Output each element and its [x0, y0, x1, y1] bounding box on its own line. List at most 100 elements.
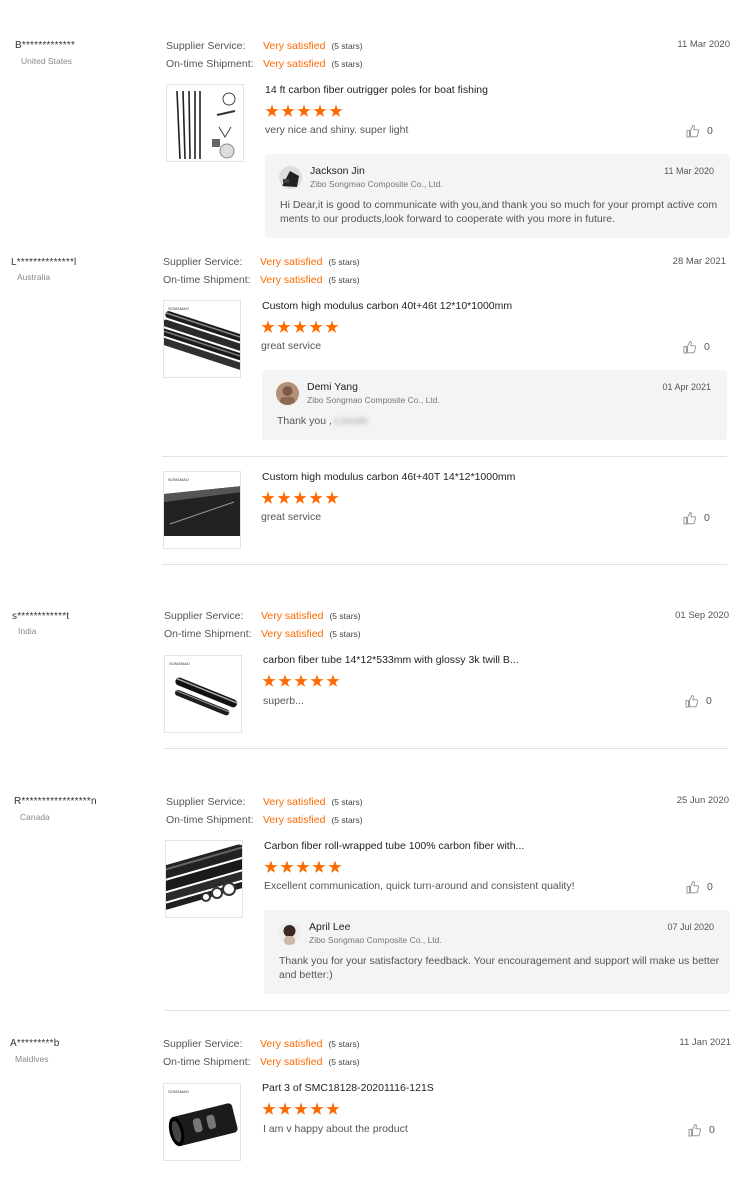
- star-icon: [281, 104, 295, 117]
- supplier-service-label: Supplier Service:: [166, 40, 246, 52]
- star-icon: [325, 491, 339, 504]
- ontime-shipment-stars: (5 stars): [331, 59, 363, 69]
- like-count: 0: [706, 695, 712, 707]
- supplier-service-stars: (5 stars): [331, 797, 363, 807]
- like-button[interactable]: 0: [683, 511, 710, 525]
- like-button[interactable]: 0: [683, 340, 710, 354]
- ontime-shipment-stars: (5 stars): [331, 815, 363, 825]
- ontime-shipment-label: On-time Shipment:: [163, 274, 251, 286]
- product-title[interactable]: Part 3 of SMC18128-20201116-121S: [262, 1082, 434, 1094]
- product-thumbnail[interactable]: [166, 84, 244, 162]
- supplier-service-value: Very satisfied: [263, 796, 326, 808]
- reply-text: Thank you for your satisfactory feedback…: [279, 954, 719, 982]
- product-title[interactable]: Custom high modulus carbon 40t+46t 12*10…: [262, 300, 512, 312]
- glossy-tube-image: SONGMAO: [165, 656, 241, 732]
- supplier-service-stars: (5 stars): [328, 257, 360, 267]
- like-count: 0: [704, 512, 710, 524]
- reply-company: Zibo Songmao Composite Co., Ltd.: [307, 395, 440, 405]
- supplier-service-label: Supplier Service:: [166, 796, 246, 808]
- star-icon: [278, 1102, 292, 1115]
- reply-line: and better:): [279, 969, 333, 981]
- review-date: 28 Mar 2021: [672, 256, 726, 267]
- product-thumbnail[interactable]: [165, 840, 243, 918]
- reply-line: Thank you ,: [277, 415, 332, 427]
- star-icon: [309, 320, 323, 333]
- star-icon: [293, 320, 307, 333]
- ontime-shipment-value: Very satisfied: [263, 814, 326, 826]
- star-icon: [297, 104, 311, 117]
- like-button[interactable]: 0: [686, 124, 713, 138]
- supplier-service-value: Very satisfied: [261, 610, 324, 622]
- reply-author: April Lee: [309, 921, 351, 933]
- star-icon: [310, 674, 324, 687]
- star-icon: [329, 104, 343, 117]
- svg-text:SONGMAO: SONGMAO: [169, 661, 190, 666]
- avatar: [278, 922, 301, 945]
- product-star-rating: [262, 1102, 340, 1116]
- product-star-rating: [261, 491, 339, 505]
- star-icon: [264, 860, 278, 873]
- reply-company: Zibo Songmao Composite Co., Ltd.: [309, 935, 442, 945]
- product-title[interactable]: Carbon fiber roll-wrapped tube 100% carb…: [264, 840, 524, 852]
- ontime-shipment-stars: (5 stars): [329, 629, 361, 639]
- reply-text: Thank you , Lincoln: [277, 414, 368, 428]
- product-thumbnail[interactable]: SONGMAO: [163, 1083, 241, 1161]
- star-icon: [294, 1102, 308, 1115]
- ontime-shipment-value: Very satisfied: [263, 58, 326, 70]
- star-icon: [326, 674, 340, 687]
- thumbs-up-icon: [686, 124, 700, 138]
- supplier-service-label: Supplier Service:: [163, 256, 243, 268]
- buyer-name: R*****************n: [14, 796, 97, 807]
- like-count: 0: [707, 881, 713, 893]
- buyer-name: B*************: [15, 40, 76, 51]
- like-button[interactable]: 0: [688, 1123, 715, 1137]
- avatar: [276, 382, 299, 405]
- carbon-tubes-image: SONGMAO: [164, 301, 240, 377]
- star-icon: [293, 491, 307, 504]
- reply-author: Jackson Jin: [310, 165, 365, 177]
- star-icon: [280, 860, 294, 873]
- rating-summary: Supplier Service: Very satisfied (5 stars)…: [163, 1035, 360, 1071]
- product-thumbnail[interactable]: SONGMAO: [164, 655, 242, 733]
- star-icon: [328, 860, 342, 873]
- divider: [165, 1010, 730, 1011]
- supplier-service-value: Very satisfied: [260, 1038, 323, 1050]
- star-icon: [278, 674, 292, 687]
- star-icon: [309, 491, 323, 504]
- reply-date: 01 Apr 2021: [662, 382, 711, 392]
- product-title[interactable]: 14 ft carbon fiber outrigger poles for b…: [265, 84, 488, 96]
- supplier-service-label: Supplier Service:: [164, 610, 244, 622]
- product-thumbnail[interactable]: SONGMAO: [163, 300, 241, 378]
- supplier-service-stars: (5 stars): [331, 41, 363, 51]
- ontime-shipment-label: On-time Shipment:: [163, 1056, 251, 1068]
- product-thumbnail[interactable]: SONGMAO: [163, 471, 241, 549]
- ontime-shipment-label: On-time Shipment:: [164, 628, 252, 640]
- review-comment: great service: [261, 511, 322, 523]
- svg-text:SONGMAO: SONGMAO: [168, 1089, 189, 1094]
- ontime-shipment-label: On-time Shipment:: [166, 814, 254, 826]
- thumbs-up-icon: [688, 1123, 702, 1137]
- blurred-buyer-name: Lincoln: [334, 415, 369, 427]
- star-icon: [296, 860, 310, 873]
- buyer-country: Canada: [20, 812, 50, 822]
- reply-line: Thank you for your satisfactory feedback…: [279, 955, 720, 967]
- reply-line: Hi Dear,it is good to communicate with y…: [280, 199, 718, 211]
- ontime-shipment-value: Very satisfied: [260, 274, 323, 286]
- buyer-name: s************t: [12, 611, 70, 622]
- supplier-service-label: Supplier Service:: [163, 1038, 243, 1050]
- star-icon: [277, 320, 291, 333]
- divider: [162, 564, 727, 565]
- review-comment: Excellent communication, quick turn-arou…: [264, 880, 575, 892]
- like-button[interactable]: 0: [686, 880, 713, 894]
- machined-tube-image: SONGMAO: [164, 1084, 240, 1160]
- divider: [163, 748, 728, 749]
- star-icon: [312, 860, 326, 873]
- review-date: 01 Sep 2020: [675, 610, 729, 621]
- like-button[interactable]: 0: [685, 694, 712, 708]
- product-title[interactable]: carbon fiber tube 14*12*533mm with gloss…: [263, 654, 519, 666]
- reply-line: ments to our products,look forward to co…: [280, 213, 616, 225]
- star-icon: [262, 1102, 276, 1115]
- review-comment: very nice and shiny. super light: [265, 124, 409, 136]
- review-comment: superb...: [263, 695, 304, 707]
- product-title[interactable]: Custom high modulus carbon 46t+40T 14*12…: [262, 471, 515, 483]
